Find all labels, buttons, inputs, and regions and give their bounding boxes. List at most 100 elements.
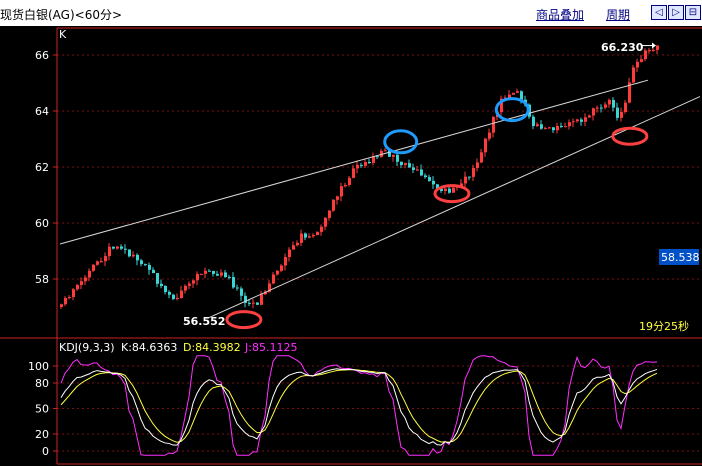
candle (560, 122, 563, 129)
candle-body-up (536, 124, 539, 127)
candle (168, 290, 171, 299)
candle (412, 163, 415, 173)
candle (636, 58, 639, 73)
candle-body-up (96, 261, 99, 265)
candle-body-down (172, 294, 175, 299)
grid (57, 54, 702, 452)
candle (552, 126, 555, 133)
candle-body-down (140, 260, 143, 265)
candle (508, 89, 511, 99)
candle (104, 252, 107, 267)
candle (328, 209, 331, 221)
candle-body-up (568, 122, 571, 127)
candle-body-up (620, 111, 623, 118)
candle (120, 244, 123, 251)
price-panel-label: K (59, 28, 67, 41)
red-highlight-ellipse (225, 310, 263, 330)
candle-body-up (656, 45, 659, 50)
candle (324, 217, 327, 231)
candle (136, 253, 139, 266)
price-tick-label: 66 (35, 49, 49, 62)
candle (60, 303, 63, 309)
chart-labels: K 56.552 66.230 19分25秒 58.538 KDJ(9,3,3)… (59, 28, 700, 354)
candle-body-up (444, 188, 447, 191)
candle (648, 47, 651, 54)
candle (344, 182, 347, 188)
candle (512, 92, 515, 96)
scroll-right-icon[interactable]: ▷ (668, 5, 684, 20)
price-tick-label: 60 (35, 217, 49, 230)
candle-body-up (220, 272, 223, 276)
highlight-markers (225, 97, 649, 330)
candle (208, 269, 211, 272)
candle-body-up (108, 246, 111, 257)
fit-view-icon[interactable]: ⊟ (685, 5, 701, 20)
kdj-tick-label: 20 (35, 428, 49, 441)
candle (292, 241, 295, 250)
candle-body-up (604, 104, 607, 108)
high-arrow-head (652, 42, 656, 49)
candle-body-up (624, 102, 627, 112)
candle-body-up (92, 264, 95, 271)
candle (164, 285, 167, 295)
candle-body-down (256, 302, 259, 305)
candle (588, 114, 591, 119)
chart-canvas[interactable]: 58 60 62 64 66 0 20 50 80 100 K 56.552 66.230 19分… (0, 26, 702, 466)
candle-body-up (548, 127, 551, 129)
candle-body-down (136, 254, 139, 261)
candle-body-down (424, 175, 427, 178)
candle-body-down (580, 119, 583, 122)
candle-body-up (484, 138, 487, 153)
candle-body-up (308, 236, 311, 238)
candle-body-down (612, 99, 615, 108)
candle-body-up (476, 162, 479, 169)
candle (332, 199, 335, 213)
kdj-d-line (60, 369, 658, 443)
candle-body-up (512, 92, 515, 95)
candle (204, 267, 207, 279)
candle (188, 281, 191, 290)
candle-body-up (104, 256, 107, 262)
candle-body-up (76, 284, 79, 290)
candle (100, 257, 103, 263)
chart-title: 现货白银(AG)<60分> (0, 8, 123, 22)
candle (124, 244, 127, 254)
candle-body-up (80, 281, 83, 285)
candle (316, 231, 319, 236)
candle-body-down (304, 233, 307, 238)
kdj-tick-label: 0 (42, 445, 49, 458)
overlay-commodity-button[interactable]: 商品叠加 (536, 6, 584, 23)
candle (392, 154, 395, 162)
candle-body-up (204, 270, 207, 274)
candle (112, 246, 115, 250)
candle-body-down (420, 169, 423, 176)
candle (320, 224, 323, 236)
candle-body-down (400, 161, 403, 166)
candle-body-down (164, 286, 167, 292)
candle-body-down (616, 107, 619, 118)
candle (396, 152, 399, 166)
price-tick-label: 58 (35, 273, 49, 286)
candle-body-up (336, 196, 339, 200)
candle (516, 88, 519, 94)
candle (480, 148, 483, 164)
candle (216, 270, 219, 277)
candle-body-up (180, 290, 183, 299)
scroll-left-icon[interactable]: ◁ (651, 5, 667, 20)
candle (272, 271, 275, 285)
candle (464, 171, 467, 188)
candle-body-up (516, 91, 519, 93)
candle-body-up (276, 270, 279, 275)
candle-body-down (396, 154, 399, 162)
candle-body-up (252, 302, 255, 304)
candle (500, 95, 503, 117)
candle-body-down (144, 264, 147, 266)
candle (176, 293, 179, 301)
candle-body-down (448, 188, 451, 193)
candle (428, 174, 431, 182)
candle-body-up (324, 217, 327, 227)
low-value-label: 56.552 (183, 315, 225, 328)
period-button[interactable]: 周期 (606, 6, 630, 23)
candle-body-down (236, 287, 239, 289)
candle (432, 176, 435, 189)
